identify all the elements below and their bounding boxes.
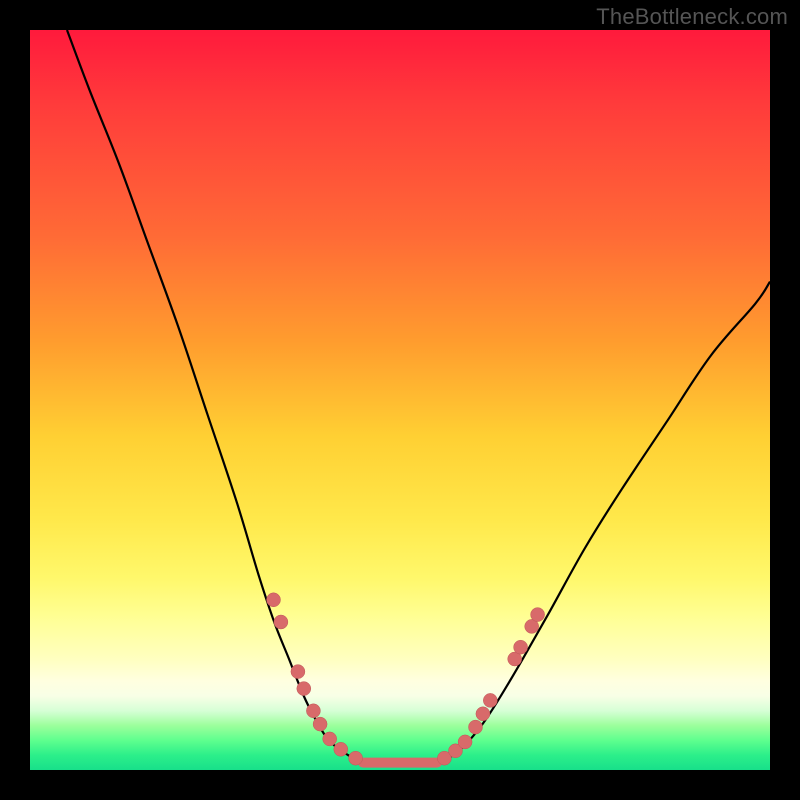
marker-dot — [469, 720, 483, 734]
marker-dot — [334, 742, 348, 756]
marker-dot — [267, 593, 281, 607]
marker-dot — [514, 640, 528, 654]
right-curve — [437, 282, 770, 763]
marker-dot — [313, 717, 327, 731]
left-curve — [67, 30, 363, 763]
markers-left — [267, 593, 363, 765]
marker-dot — [291, 665, 305, 679]
watermark-text: TheBottleneck.com — [596, 4, 788, 30]
marker-dot — [458, 735, 472, 749]
markers-right — [437, 608, 544, 766]
marker-dot — [483, 693, 497, 707]
plot-area — [30, 30, 770, 770]
marker-dot — [274, 615, 288, 629]
marker-dot — [323, 732, 337, 746]
marker-dot — [531, 608, 545, 622]
chart-overlay — [30, 30, 770, 770]
marker-dot — [306, 704, 320, 718]
marker-dot — [476, 707, 490, 721]
marker-dot — [349, 751, 363, 765]
chart-frame: TheBottleneck.com — [0, 0, 800, 800]
marker-dot — [297, 682, 311, 696]
